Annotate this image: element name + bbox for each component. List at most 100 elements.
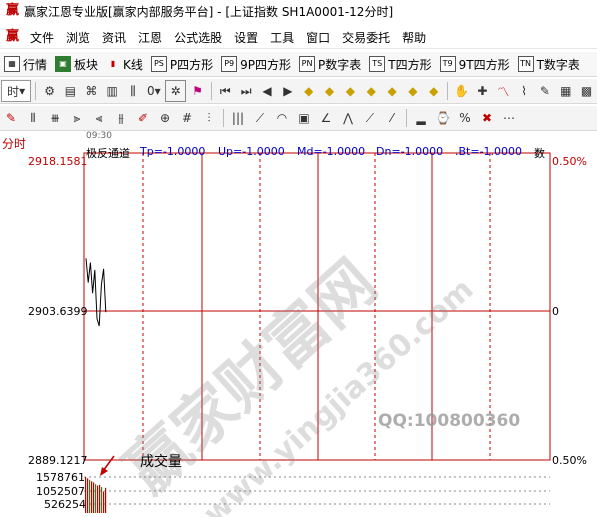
toolbar-sectors-button[interactable]: ▣ 板块 — [51, 53, 102, 75]
first-icon[interactable]: ⏮ — [216, 81, 235, 101]
menu-formula-pick[interactable]: 公式选股 — [168, 29, 228, 46]
toolbar-p-number-button[interactable]: PN P数字表 — [295, 53, 365, 75]
toolbar-p-number-label: P数字表 — [318, 57, 362, 72]
menu-info[interactable]: 资讯 — [96, 29, 132, 46]
volume-annotation: 成交量 — [140, 454, 182, 470]
zero-button-label: 0 — [147, 84, 155, 98]
right-icon[interactable]: ▶ — [278, 81, 297, 101]
more-icon[interactable]: ⋯ — [499, 108, 519, 128]
ladder-icon[interactable]: ⫶ — [199, 108, 219, 128]
volume-label-mid: 1052507 — [36, 485, 85, 498]
circle-grid-icon[interactable]: ⊕ — [155, 108, 175, 128]
flow-icon[interactable]: ⌘ — [82, 81, 101, 101]
trend-icon[interactable]: 〽 — [494, 81, 513, 101]
pen-icon[interactable]: ✎ — [1, 108, 21, 128]
menu-settings[interactable]: 设置 — [228, 29, 264, 46]
param-up: Up=-1.0000 — [218, 145, 285, 158]
diamond-in-icon[interactable]: ◆ — [383, 81, 402, 101]
diamond-right-icon[interactable]: ◆ — [362, 81, 381, 101]
toolbar-t-number-label: T数字表 — [536, 57, 580, 72]
menu-window[interactable]: 窗口 — [300, 29, 336, 46]
arc-icon[interactable]: ◠ — [272, 108, 292, 128]
menu-trade[interactable]: 交易委托 — [336, 29, 396, 46]
toolbar-p-square-button[interactable]: PS P四方形 — [147, 53, 217, 75]
toolbar-divider — [210, 82, 212, 100]
annotation-arrow — [102, 455, 115, 472]
app-menu-icon[interactable]: 赢 — [6, 30, 20, 44]
fan-lines-icon[interactable]: ⟋ — [250, 108, 270, 128]
chevron-down-icon: ▾ — [19, 84, 26, 98]
gann-wheel-icon[interactable]: ✲ — [165, 80, 187, 102]
toolbar-9p-square-button[interactable]: P9 9P四方形 — [217, 53, 295, 75]
ts-icon: TS — [369, 56, 386, 72]
title-bar: 赢 赢家江恩专业版[赢家内部服务平台] - [上证指数 SH1A0001-12分… — [0, 0, 597, 22]
volume-label-low: 526254 — [44, 498, 86, 511]
volume-label-high: 1578761 — [36, 471, 85, 484]
diamond-all-icon[interactable]: ◆ — [424, 81, 443, 101]
price-line — [85, 258, 107, 327]
toolbar-quotes-button[interactable]: ▦ 行情 — [0, 53, 51, 75]
watermark-qq: QQ:100800360 — [378, 411, 521, 431]
toolbar-t-square-label: T四方形 — [388, 57, 432, 72]
calc-icon[interactable]: ▩ — [577, 81, 596, 101]
diamond-up-icon[interactable]: ◆ — [299, 81, 318, 101]
percent-icon[interactable]: % — [455, 108, 475, 128]
time-lines-icon[interactable]: ||| — [228, 108, 248, 128]
toolbar-t-number-button[interactable]: TN T数字表 — [514, 53, 584, 75]
candles-icon[interactable]: ⫼ — [124, 81, 143, 101]
crosshair-icon[interactable]: ✚ — [473, 81, 492, 101]
zero-button[interactable]: 0 ▾ — [144, 81, 163, 101]
volume-bar — [93, 482, 95, 513]
diagonal-icon[interactable]: ⟋ — [360, 108, 380, 128]
chart-area[interactable]: 赢家财富网 www.yingjia360.com 分时 09:30 极反通道 T… — [0, 131, 597, 517]
toolbar-kline-button[interactable]: ▮ K线 — [102, 53, 147, 75]
menu-file[interactable]: 文件 — [24, 29, 60, 46]
slope-icon[interactable]: ⁄ — [382, 108, 402, 128]
palette-icon[interactable]: ✎ — [535, 81, 554, 101]
period-select[interactable]: 时 ▾ — [1, 80, 32, 102]
flag-icon[interactable]: ⚑ — [188, 81, 207, 101]
grid-lines-icon[interactable]: ⫴ — [23, 108, 43, 128]
diamond-out-icon[interactable]: ◆ — [403, 81, 422, 101]
bars-icon[interactable]: ▥ — [103, 81, 122, 101]
play-back-icon[interactable]: ⏭ — [237, 81, 256, 101]
angle-icon[interactable]: ∠ — [316, 108, 336, 128]
watermark: 赢家财富网 www.yingjia360.com — [111, 245, 480, 517]
clipboard-icon[interactable]: ▤ — [61, 81, 80, 101]
wave-icon[interactable]: ⌇ — [515, 81, 534, 101]
delete-icon[interactable]: ✖ — [477, 108, 497, 128]
cycle-icon[interactable]: ⫵ — [111, 108, 131, 128]
clock-icon[interactable]: ⌚ — [433, 108, 453, 128]
chart-svg: 赢家财富网 www.yingjia360.com — [83, 152, 551, 517]
volume-bar — [105, 487, 107, 513]
histogram-icon[interactable]: ▂ — [411, 108, 431, 128]
box-icon[interactable]: ▣ — [294, 108, 314, 128]
hash-icon[interactable]: # — [177, 108, 197, 128]
diamond-left-icon[interactable]: ◆ — [341, 81, 360, 101]
toolbar-9t-square-button[interactable]: T9 9T四方形 — [436, 53, 514, 75]
brush-icon[interactable]: ✐ — [133, 108, 153, 128]
gann-grid-icon[interactable]: ⧻ — [45, 108, 65, 128]
split-icon[interactable]: ⫷ — [89, 108, 109, 128]
left-icon[interactable]: ◀ — [258, 81, 277, 101]
hand-icon[interactable]: ✋ — [452, 81, 471, 101]
gear-wheel-icon[interactable]: ⚙ — [40, 81, 59, 101]
time-label: 09:30 — [86, 131, 112, 141]
diamond-down-icon[interactable]: ◆ — [320, 81, 339, 101]
zigzag-icon[interactable]: ⋀ — [338, 108, 358, 128]
toolbar-p-square-label: P四方形 — [169, 57, 214, 72]
volume-bar — [97, 485, 99, 513]
toolbar-t-square-button[interactable]: TS T四方形 — [365, 53, 435, 75]
toolbar-divider — [223, 109, 224, 127]
pct-top-label: 0.50% — [552, 155, 587, 168]
panel-label: 分时 — [2, 137, 27, 151]
calendar-icon[interactable]: ▦ — [556, 81, 575, 101]
menu-help[interactable]: 帮助 — [396, 29, 432, 46]
menu-browse[interactable]: 浏览 — [60, 29, 96, 46]
menu-tools[interactable]: 工具 — [264, 29, 300, 46]
window-title: 赢家江恩专业版[赢家内部服务平台] - [上证指数 SH1A0001-12分时] — [24, 4, 394, 19]
fan-icon[interactable]: ⫸ — [67, 108, 87, 128]
menu-gann[interactable]: 江恩 — [132, 29, 168, 46]
drawing-toolbar: ✎ ⫴ ⧻ ⫸ ⫷ ⫵ ✐ ⊕ # ⫶ ||| ⟋ ◠ ▣ ∠ ⋀ ⟋ ⁄ ▂ … — [0, 106, 597, 131]
t9-icon: T9 — [439, 56, 456, 72]
